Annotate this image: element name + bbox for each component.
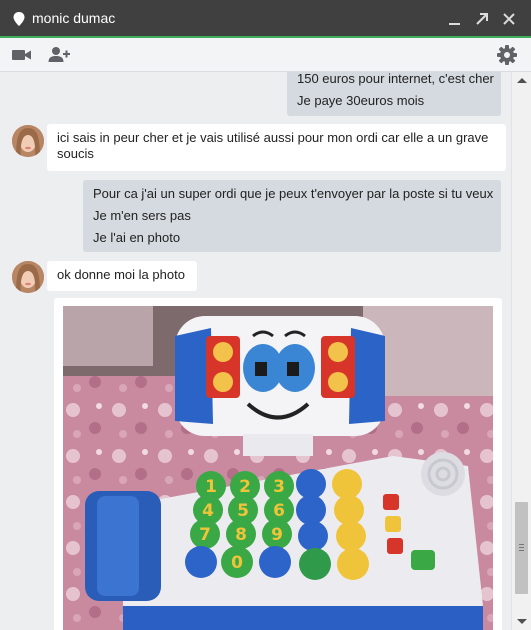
message-line: 150 euros pour internet, c'est cher: [297, 72, 494, 86]
minimize-icon: [449, 23, 460, 25]
message-outgoing: 150 euros pour internet, c'est cher Je p…: [287, 72, 501, 116]
contact-avatar-image: [12, 125, 44, 157]
keypad-digit: 5: [237, 501, 249, 521]
message-incoming: ici sais in peur cher et je vais utilisé…: [47, 124, 506, 171]
video-call-button[interactable]: [10, 44, 34, 66]
scroll-down-arrow-icon[interactable]: [517, 619, 527, 624]
popout-icon: [476, 13, 488, 25]
message-outgoing: Pour ca j'ai un super ordi que je peux t…: [83, 180, 501, 252]
toy-laptop-photo[interactable]: 1 2 3 4 5 6 7 8 9 0: [63, 306, 493, 630]
scroll-thumb[interactable]: [515, 502, 528, 594]
message-line: Je l'ai en photo: [93, 230, 181, 245]
close-icon: [503, 13, 515, 25]
keypad-digit: 8: [235, 525, 247, 545]
title-bar[interactable]: monic dumac: [0, 0, 531, 38]
thumb-grip: [519, 547, 524, 548]
keypad-digit: 0: [231, 553, 243, 573]
thumb-grip: [519, 550, 524, 551]
add-person-icon: [48, 47, 70, 62]
message-list[interactable]: 150 euros pour internet, c'est cher Je p…: [0, 72, 511, 630]
window-title: monic dumac: [32, 10, 116, 26]
keypad-digit: 1: [205, 477, 217, 497]
add-person-button[interactable]: [47, 44, 71, 66]
photo-attachment[interactable]: 1 2 3 4 5 6 7 8 9 0: [54, 298, 502, 630]
vertical-scrollbar[interactable]: [511, 72, 531, 630]
location-pin-icon: [13, 12, 25, 26]
avatar[interactable]: [12, 261, 44, 293]
message-line: Je paye 30euros mois: [297, 93, 425, 108]
keypad-digit: 9: [271, 525, 283, 545]
keypad-digit: 6: [273, 501, 285, 521]
scroll-up-arrow-icon[interactable]: [517, 78, 527, 83]
message-line: Pour ca j'ai un super ordi que je peux t…: [93, 186, 494, 201]
minimize-button[interactable]: [445, 9, 465, 29]
close-button[interactable]: [499, 9, 519, 29]
contact-avatar-image: [12, 261, 44, 293]
keypad-digit: 3: [273, 477, 285, 497]
keypad-digit: 4: [202, 501, 214, 521]
keypad-digit: 7: [199, 525, 211, 545]
avatar[interactable]: [12, 125, 44, 157]
popout-button[interactable]: [472, 9, 492, 29]
chat-window: monic dumac 150 euros pour internet, c'e…: [0, 0, 531, 630]
keypad-digit: 2: [239, 477, 251, 497]
settings-button[interactable]: [495, 44, 519, 66]
thumb-grip: [519, 544, 524, 545]
message-incoming: ok donne moi la photo: [47, 261, 197, 291]
video-camera-icon: [12, 50, 31, 60]
gear-icon: [497, 45, 517, 65]
chat-toolbar: [0, 38, 531, 72]
message-line: Je m'en sers pas: [93, 208, 191, 223]
